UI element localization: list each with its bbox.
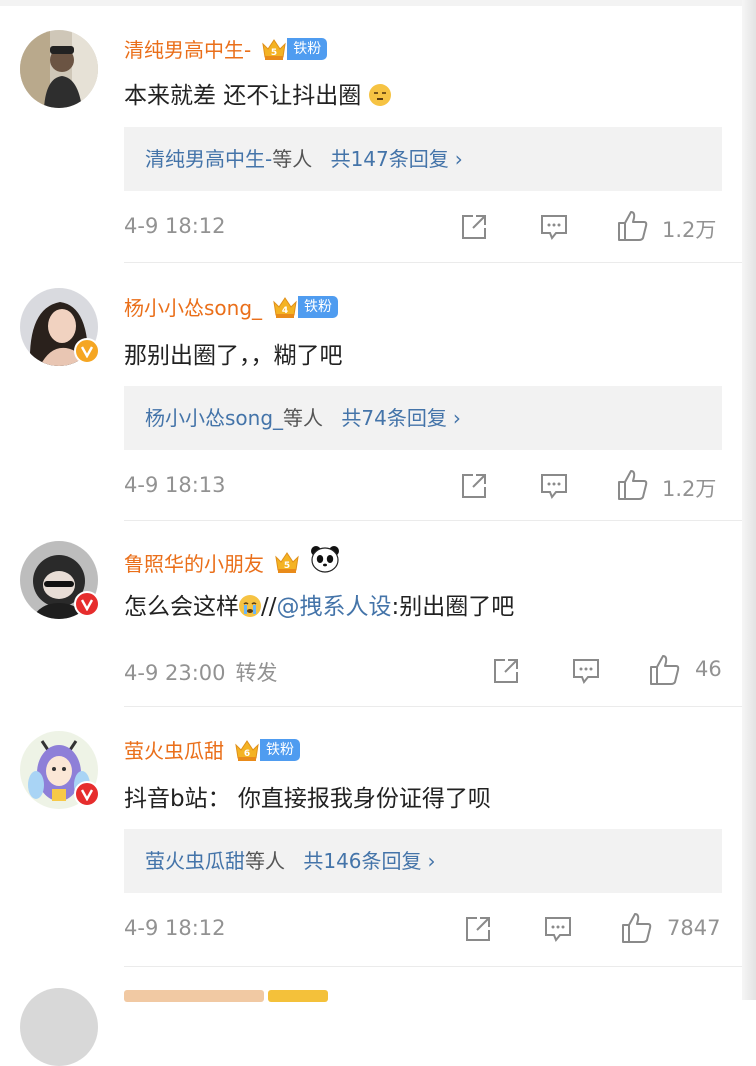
- like-icon[interactable]: [648, 653, 682, 687]
- reply-others: 等人: [245, 849, 285, 873]
- comment-time: 4-9 18:13: [124, 473, 226, 497]
- comment-text: 抖音b站： 你直接报我身份证得了呗: [124, 786, 491, 812]
- divider: [124, 706, 742, 707]
- crown-icon: [268, 990, 328, 1002]
- comment-icon[interactable]: [539, 471, 569, 501]
- username[interactable]: 杨小小怂song_ 4 铁粉: [124, 292, 339, 321]
- like-count: 7847: [667, 916, 721, 940]
- fan-tag: 铁粉: [298, 295, 339, 318]
- comment-icon[interactable]: [539, 212, 569, 242]
- svg-text:6: 6: [244, 749, 250, 759]
- like-icon[interactable]: [616, 468, 650, 502]
- avatar[interactable]: [20, 30, 98, 108]
- verified-icon: [74, 781, 100, 807]
- comment-text: 本来就差 还不让抖出圈: [124, 76, 391, 110]
- scroll-edge: [742, 0, 756, 1000]
- reply-names[interactable]: 杨小小怂song_: [145, 406, 283, 430]
- crown-icon: 4: [272, 294, 298, 320]
- reply-summary[interactable]: 清纯男高中生-等人 共147条回复 ›: [124, 127, 722, 191]
- svg-text:4: 4: [282, 306, 288, 316]
- verified-icon: [74, 591, 100, 617]
- chevron-right-icon: ›: [452, 406, 461, 430]
- sleepy-emoji-icon: [368, 84, 391, 106]
- like-count: 1.2万: [662, 218, 717, 242]
- reply-count[interactable]: 共146条回复: [303, 849, 421, 873]
- comment-time: 4-9 18:12: [124, 916, 226, 940]
- svg-text:5: 5: [271, 48, 277, 58]
- like-icon[interactable]: [620, 911, 654, 945]
- divider: [124, 520, 742, 521]
- reply-count[interactable]: 共74条回复: [341, 406, 446, 430]
- verified-icon: [74, 338, 100, 364]
- repost-label[interactable]: 转发: [236, 661, 278, 685]
- repost-icon[interactable]: [459, 471, 489, 501]
- username[interactable]: 鲁照华的小朋友 5: [124, 545, 340, 579]
- reply-others: 等人: [283, 406, 324, 430]
- username-partial: [124, 990, 264, 1002]
- repost-icon[interactable]: [463, 914, 493, 944]
- reply-summary[interactable]: 萤火虫瓜甜等人 共146条回复 ›: [124, 829, 722, 893]
- top-separator: [0, 0, 742, 6]
- reply-others: 等人: [272, 147, 313, 171]
- crown-icon: 6: [234, 737, 260, 763]
- reply-summary[interactable]: 杨小小怂song_等人 共74条回复 ›: [124, 386, 722, 450]
- chevron-right-icon: ›: [427, 849, 436, 873]
- username-text[interactable]: 萤火虫瓜甜: [124, 735, 224, 764]
- crying-emoji-icon: [239, 595, 261, 617]
- chevron-right-icon: ›: [454, 147, 463, 171]
- comment-icon[interactable]: [571, 656, 601, 686]
- comment-text: 那别出圈了，，糊了吧: [124, 343, 343, 369]
- username-text[interactable]: 清纯男高中生-: [124, 34, 251, 63]
- avatar[interactable]: [20, 731, 100, 809]
- svg-text:5: 5: [284, 561, 290, 571]
- crown-icon: 5: [274, 549, 300, 575]
- comment-text-part: :别出圈了吧: [391, 594, 515, 620]
- repost-icon[interactable]: [491, 656, 521, 686]
- like-count: 1.2万: [662, 477, 717, 501]
- divider: [124, 262, 742, 263]
- fan-tag: 铁粉: [260, 738, 300, 761]
- panda-icon: [310, 545, 340, 579]
- avatar[interactable]: [20, 541, 100, 619]
- comment-time-text: 4-9 23:00: [124, 661, 226, 685]
- comment-text-part: //: [261, 594, 277, 620]
- divider: [124, 966, 742, 967]
- comment-time: 4-9 23:00 转发: [124, 657, 278, 687]
- avatar[interactable]: [20, 288, 100, 366]
- username[interactable]: 萤火虫瓜甜 6 铁粉: [124, 735, 300, 764]
- comment-icon[interactable]: [543, 914, 573, 944]
- comment-time: 4-9 18:12: [124, 214, 226, 238]
- username-text[interactable]: 鲁照华的小朋友: [124, 548, 264, 577]
- crown-icon: 5: [261, 36, 287, 62]
- comment-text: 怎么会这样 //@拽系人设:别出圈了吧: [124, 587, 514, 621]
- like-icon[interactable]: [616, 209, 650, 243]
- comment-text-part: 怎么会这样: [124, 594, 239, 620]
- username[interactable]: 清纯男高中生- 5 铁粉: [124, 34, 328, 63]
- like-count: 46: [695, 657, 722, 681]
- reply-names[interactable]: 萤火虫瓜甜: [145, 849, 245, 873]
- fan-tag: 铁粉: [287, 37, 328, 60]
- comment-text-content: 本来就差 还不让抖出圈: [124, 83, 362, 109]
- username-text[interactable]: 杨小小怂song_: [124, 292, 262, 321]
- reply-names[interactable]: 清纯男高中生-: [145, 147, 272, 171]
- mention-link[interactable]: @拽系人设: [277, 594, 392, 620]
- repost-icon[interactable]: [459, 212, 489, 242]
- reply-count[interactable]: 共147条回复: [331, 147, 449, 171]
